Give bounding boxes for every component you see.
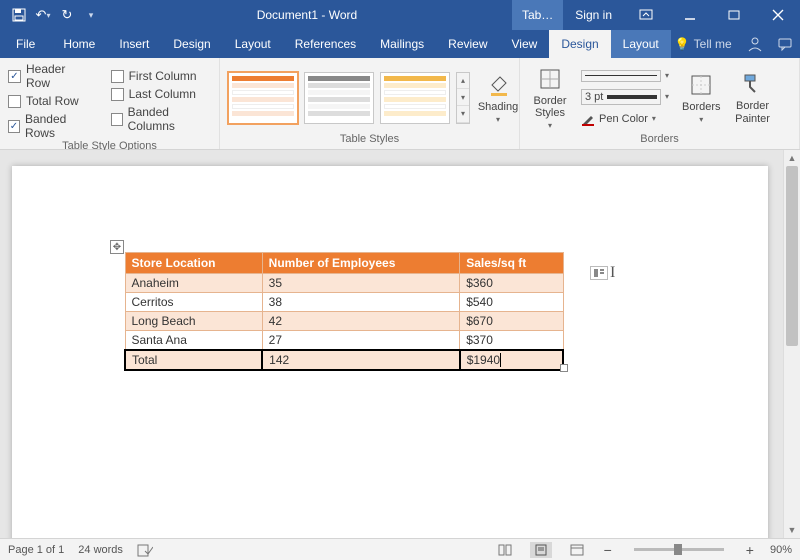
- tab-file[interactable]: File: [0, 30, 51, 58]
- gallery-more-button[interactable]: ▴▾▾: [456, 72, 470, 124]
- shading-button[interactable]: Shading▾: [476, 69, 520, 126]
- table-total-row[interactable]: Total142$1940: [125, 350, 563, 370]
- borders-icon: [687, 71, 715, 99]
- tab-view[interactable]: View: [500, 30, 550, 58]
- undo-button[interactable]: ↶▾: [32, 4, 54, 26]
- group-borders: Border Styles▾ ▾ 3 pt▾ Pen Color▾ Border…: [520, 58, 800, 149]
- table-move-handle[interactable]: ✥: [110, 240, 124, 254]
- table-row[interactable]: Santa Ana27$370: [125, 331, 563, 351]
- tell-me-search[interactable]: 💡Tell me: [675, 30, 732, 58]
- comments-icon[interactable]: [770, 30, 800, 58]
- pen-color-select[interactable]: Pen Color▾: [578, 110, 672, 128]
- pen-icon: [581, 112, 595, 126]
- check-header-row[interactable]: ✓Header Row: [8, 62, 93, 90]
- zoom-level[interactable]: 90%: [770, 544, 792, 556]
- scroll-up-arrow[interactable]: ▲: [784, 150, 800, 166]
- redo-button[interactable]: ↻: [56, 4, 78, 26]
- ibeam-cursor-icon: I: [610, 264, 615, 282]
- layout-options-icon: [594, 269, 604, 277]
- group-table-styles: ▴▾▾ Shading▾ Table Styles: [220, 58, 520, 149]
- ribbon-display-options[interactable]: [624, 0, 668, 30]
- word-table[interactable]: Store Location Number of Employees Sales…: [124, 252, 564, 371]
- share-user-icon[interactable]: [740, 30, 770, 58]
- check-last-column[interactable]: Last Column: [111, 87, 211, 101]
- close-button[interactable]: [756, 0, 800, 30]
- scrollbar-thumb[interactable]: [786, 166, 798, 346]
- tab-design-main[interactable]: Design: [161, 30, 222, 58]
- th-sales[interactable]: Sales/sq ft: [460, 253, 563, 274]
- tab-table-layout[interactable]: Layout: [611, 30, 671, 58]
- tab-layout-main[interactable]: Layout: [223, 30, 283, 58]
- scroll-down-arrow[interactable]: ▼: [784, 522, 800, 538]
- vertical-scrollbar[interactable]: ▲ ▼: [783, 150, 800, 538]
- group-label: Borders: [528, 133, 791, 149]
- table-row[interactable]: Anaheim35$360: [125, 274, 563, 293]
- sign-in-link[interactable]: Sign in: [563, 8, 624, 22]
- document-area: ✥ Store Location Number of Employees Sal…: [0, 150, 800, 538]
- check-first-column[interactable]: First Column: [111, 69, 211, 83]
- save-button[interactable]: [8, 4, 30, 26]
- bucket-icon: [484, 71, 512, 99]
- table-styles-gallery[interactable]: ▴▾▾: [228, 72, 470, 124]
- layout-options-button[interactable]: [590, 266, 608, 280]
- check-banded-columns[interactable]: Banded Columns: [111, 105, 211, 133]
- style-thumb-3[interactable]: [380, 72, 450, 124]
- zoom-slider-thumb[interactable]: [674, 544, 682, 555]
- zoom-out-button[interactable]: −: [602, 542, 614, 558]
- title-bar: ↶▾ ↻ ▾ Document1 - Word Tab… Sign in: [0, 0, 800, 30]
- border-styles-icon: [536, 65, 564, 93]
- table-tools-tab[interactable]: Tab…: [512, 0, 563, 30]
- tab-review[interactable]: Review: [436, 30, 499, 58]
- web-layout-button[interactable]: [566, 542, 588, 558]
- document-title: Document1 - Word: [102, 8, 512, 22]
- tab-home[interactable]: Home: [51, 30, 107, 58]
- ribbon: ✓Header Row Total Row ✓Banded Rows First…: [0, 58, 800, 150]
- style-thumb-1[interactable]: [228, 72, 298, 124]
- page-indicator[interactable]: Page 1 of 1: [8, 544, 64, 556]
- page[interactable]: ✥ Store Location Number of Employees Sal…: [12, 166, 768, 538]
- tab-mailings[interactable]: Mailings: [368, 30, 436, 58]
- qat-customize[interactable]: ▾: [80, 4, 102, 26]
- th-store[interactable]: Store Location: [125, 253, 262, 274]
- bulb-icon: 💡: [675, 37, 690, 51]
- maximize-button[interactable]: [712, 0, 756, 30]
- border-painter-button[interactable]: Border Painter: [731, 68, 775, 126]
- read-mode-button[interactable]: [494, 542, 516, 558]
- group-table-style-options: ✓Header Row Total Row ✓Banded Rows First…: [0, 58, 220, 149]
- check-total-row[interactable]: Total Row: [8, 94, 93, 108]
- ribbon-tabs: File Home Insert Design Layout Reference…: [0, 30, 800, 58]
- table-row[interactable]: Cerritos38$540: [125, 293, 563, 312]
- line-style-select[interactable]: ▾: [578, 68, 672, 84]
- borders-button[interactable]: Borders▾: [678, 69, 725, 126]
- zoom-slider[interactable]: [634, 548, 724, 551]
- table-header-row[interactable]: Store Location Number of Employees Sales…: [125, 253, 563, 274]
- style-thumb-2[interactable]: [304, 72, 374, 124]
- status-bar: Page 1 of 1 24 words − + 90%: [0, 538, 800, 560]
- text-cursor-cell[interactable]: $1940: [467, 353, 501, 367]
- check-banded-rows[interactable]: ✓Banded Rows: [8, 112, 93, 140]
- table-resize-handle[interactable]: [560, 364, 568, 372]
- table-row[interactable]: Long Beach42$670: [125, 312, 563, 331]
- pen-width-select[interactable]: 3 pt▾: [578, 87, 672, 107]
- th-employees[interactable]: Number of Employees: [262, 253, 460, 274]
- proofing-icon[interactable]: [137, 543, 153, 557]
- tab-insert[interactable]: Insert: [107, 30, 161, 58]
- quick-access-toolbar: ↶▾ ↻ ▾: [0, 4, 102, 26]
- tab-references[interactable]: References: [283, 30, 368, 58]
- border-styles-button[interactable]: Border Styles▾: [528, 63, 572, 132]
- zoom-in-button[interactable]: +: [744, 542, 756, 558]
- group-label: Table Styles: [228, 133, 511, 149]
- tab-table-design[interactable]: Design: [549, 30, 610, 58]
- print-layout-button[interactable]: [530, 542, 552, 558]
- word-count[interactable]: 24 words: [78, 544, 123, 556]
- painter-icon: [739, 70, 767, 98]
- minimize-button[interactable]: [668, 0, 712, 30]
